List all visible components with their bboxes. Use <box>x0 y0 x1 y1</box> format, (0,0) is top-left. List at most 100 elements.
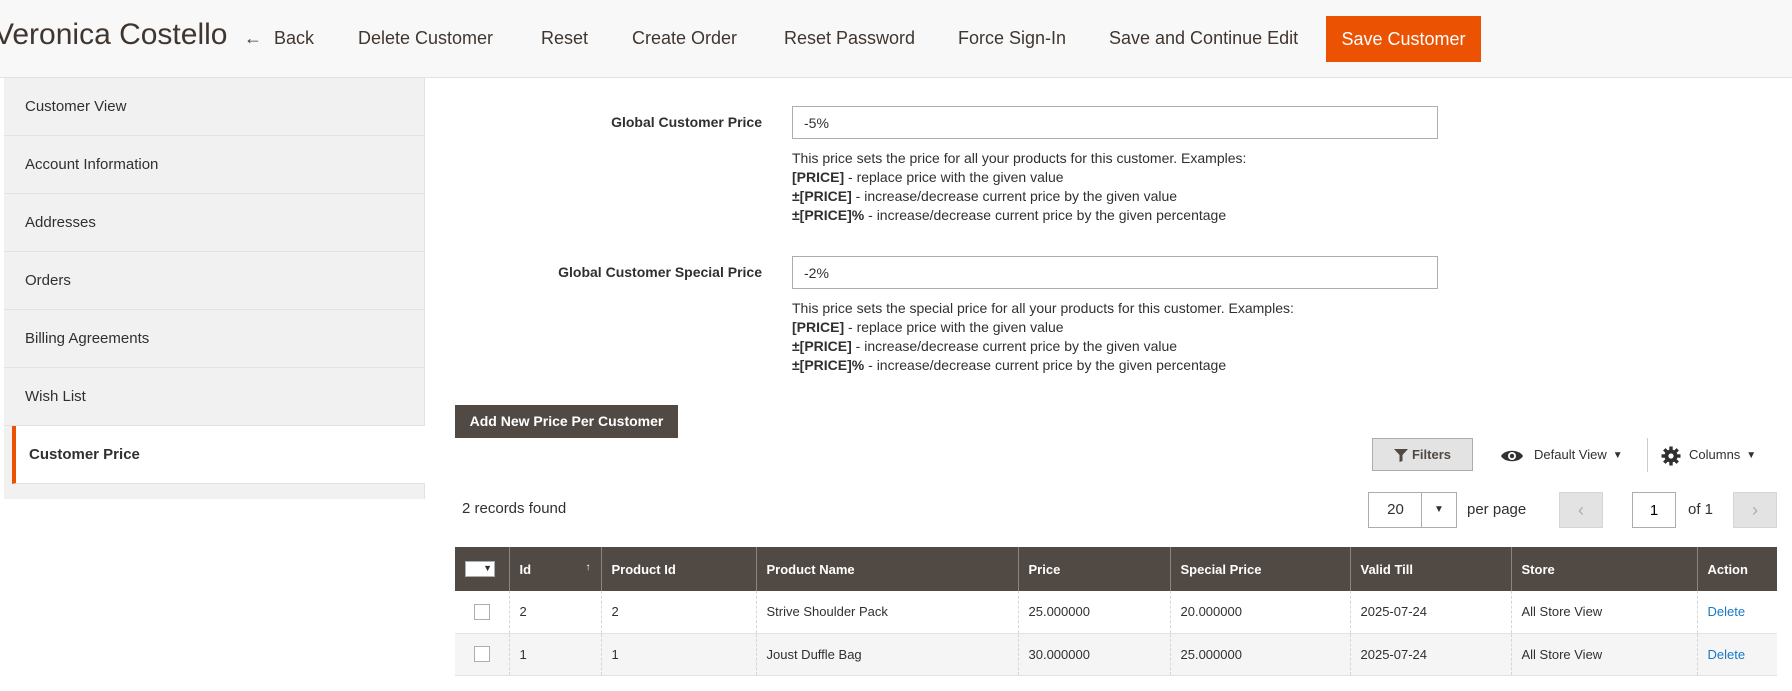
delete-link[interactable]: Delete <box>1708 604 1746 619</box>
note-text: - increase/decrease current price by the… <box>851 188 1178 204</box>
mass-select-header[interactable]: ▼ <box>455 547 510 591</box>
global-special-price-note: This price sets the special price for al… <box>792 299 1294 375</box>
sidebar-item-orders[interactable]: Orders <box>4 252 425 310</box>
note-line: [PRICE] - replace price with the given v… <box>792 168 1246 187</box>
filters-button[interactable]: Filters <box>1372 438 1473 471</box>
column-header-action: Action <box>1697 547 1777 591</box>
global-special-price-label: Global Customer Special Price <box>558 264 762 280</box>
column-header-label: Id <box>519 561 532 577</box>
caret-down-icon: ▼ <box>1746 449 1757 461</box>
reset-button[interactable]: Reset <box>541 16 588 60</box>
page-of-label: of 1 <box>1688 501 1714 518</box>
mass-select-checkbox[interactable]: ▼ <box>465 561 495 578</box>
cell-product-name: Joust Duffle Bag <box>756 633 1019 676</box>
force-sign-in-button[interactable]: Force Sign-In <box>958 16 1066 60</box>
column-header-store[interactable]: Store <box>1511 547 1698 591</box>
cell-id: 1 <box>509 633 602 676</box>
table-row: 2 2 Strive Shoulder Pack 25.000000 20.00… <box>455 591 1777 634</box>
column-header-product-name[interactable]: Product Name <box>756 547 1019 591</box>
column-header-id[interactable]: Id ↑ <box>509 547 602 591</box>
note-text: - replace price with the given value <box>844 319 1064 335</box>
sidebar-item-customer-price[interactable]: Customer Price <box>12 426 425 484</box>
page-number-input[interactable] <box>1632 492 1676 528</box>
column-header-valid-till[interactable]: Valid Till <box>1350 547 1512 591</box>
note-text: - increase/decrease current price by the… <box>864 357 1227 373</box>
chevron-left-icon[interactable]: ‹ <box>1559 492 1603 528</box>
columns-selector[interactable]: Columns ▼ <box>1661 442 1756 468</box>
caret-down-icon[interactable]: ▼ <box>1421 493 1456 527</box>
columns-label: Columns <box>1689 447 1741 462</box>
global-special-price-input[interactable] <box>792 256 1438 289</box>
row-select-cell[interactable] <box>455 591 510 634</box>
sidebar-item-customer-view[interactable]: Customer View <box>4 78 425 136</box>
cell-product-id: 1 <box>601 633 757 676</box>
sidebar-item-addresses[interactable]: Addresses <box>4 194 425 252</box>
note-code: [PRICE] <box>792 319 845 335</box>
column-header-special-price[interactable]: Special Price <box>1170 547 1351 591</box>
delete-customer-button[interactable]: Delete Customer <box>358 16 493 60</box>
eye-icon <box>1501 450 1523 461</box>
sidebar-item-label: Customer View <box>25 98 127 115</box>
global-price-note: This price sets the price for all your p… <box>792 149 1246 225</box>
cell-action: Delete <box>1697 591 1777 634</box>
per-page-value: 20 <box>1387 501 1404 518</box>
note-line: ±[PRICE] - increase/decrease current pri… <box>792 187 1246 206</box>
sidebar-item-label: Customer Price <box>29 446 140 463</box>
sidebar-item-account-information[interactable]: Account Information <box>4 136 425 194</box>
sidebar-item-label: Addresses <box>25 214 96 231</box>
cell-product-id: 2 <box>601 591 757 634</box>
table-row: 1 1 Joust Duffle Bag 30.000000 25.000000… <box>455 633 1777 676</box>
chevron-right-icon[interactable]: › <box>1733 492 1777 528</box>
records-found: 2 records found <box>462 500 567 517</box>
sidebar-item-label: Orders <box>25 272 71 289</box>
cell-price: 30.000000 <box>1018 633 1171 676</box>
save-customer-button[interactable]: Save Customer <box>1326 16 1481 62</box>
sidebar-item-wish-list[interactable]: Wish List <box>4 368 425 426</box>
cell-valid-till: 2025-07-24 <box>1350 591 1512 634</box>
note-intro: This price sets the special price for al… <box>792 300 1294 316</box>
row-checkbox[interactable] <box>473 604 490 621</box>
note-text: - increase/decrease current price by the… <box>864 207 1227 223</box>
filters-label: Filters <box>1411 447 1451 462</box>
per-page-label: per page <box>1467 501 1527 518</box>
caret-down-icon: ▼ <box>1612 449 1623 461</box>
note-code: [PRICE] <box>792 169 845 185</box>
save-continue-button[interactable]: Save and Continue Edit <box>1109 16 1298 60</box>
sort-arrow-icon: ↑ <box>585 561 591 573</box>
cell-special-price: 25.000000 <box>1170 633 1351 676</box>
cell-special-price: 20.000000 <box>1170 591 1351 634</box>
note-line: ±[PRICE]% - increase/decrease current pr… <box>792 356 1294 375</box>
page-title: Veronica Costello <box>0 18 228 51</box>
cell-price: 25.000000 <box>1018 591 1171 634</box>
cell-id: 2 <box>509 591 602 634</box>
global-price-input[interactable] <box>792 106 1438 139</box>
customer-price-grid: ▼ Id ↑ Product Id Product Name Price Spec… <box>455 547 1777 676</box>
per-page-select[interactable]: 20 ▼ <box>1368 492 1457 528</box>
note-intro: This price sets the price for all your p… <box>792 150 1247 166</box>
view-label: Default View <box>1534 447 1607 462</box>
note-text: - replace price with the given value <box>844 169 1064 185</box>
cell-action: Delete <box>1697 633 1777 676</box>
column-header-product-id[interactable]: Product Id <box>601 547 757 591</box>
page-header: Veronica Costello ← Back Delete Customer … <box>0 0 1792 78</box>
sidebar-item-billing-agreements[interactable]: Billing Agreements <box>4 310 425 368</box>
note-text: - increase/decrease current price by the… <box>851 338 1178 354</box>
note-code: ±[PRICE] <box>792 338 852 354</box>
row-select-cell[interactable] <box>455 633 510 676</box>
cell-valid-till: 2025-07-24 <box>1350 633 1512 676</box>
delete-link[interactable]: Delete <box>1708 647 1746 662</box>
row-checkbox[interactable] <box>473 646 490 663</box>
note-line: ±[PRICE]% - increase/decrease current pr… <box>792 206 1246 225</box>
table-header-row: ▼ Id ↑ Product Id Product Name Price Spec… <box>455 547 1777 591</box>
back-button[interactable]: ← Back <box>244 16 314 60</box>
column-header-price[interactable]: Price <box>1018 547 1171 591</box>
view-selector[interactable]: Default View ▼ <box>1500 442 1623 468</box>
add-new-price-button[interactable]: Add New Price Per Customer <box>455 405 678 438</box>
caret-down-icon: ▼ <box>483 563 492 574</box>
back-label: Back <box>274 28 315 48</box>
reset-password-button[interactable]: Reset Password <box>784 16 915 60</box>
sidebar-item-label: Wish List <box>25 388 86 405</box>
back-arrow-icon: ← <box>244 28 262 48</box>
toolbar-divider <box>1647 438 1648 472</box>
create-order-button[interactable]: Create Order <box>632 16 737 60</box>
